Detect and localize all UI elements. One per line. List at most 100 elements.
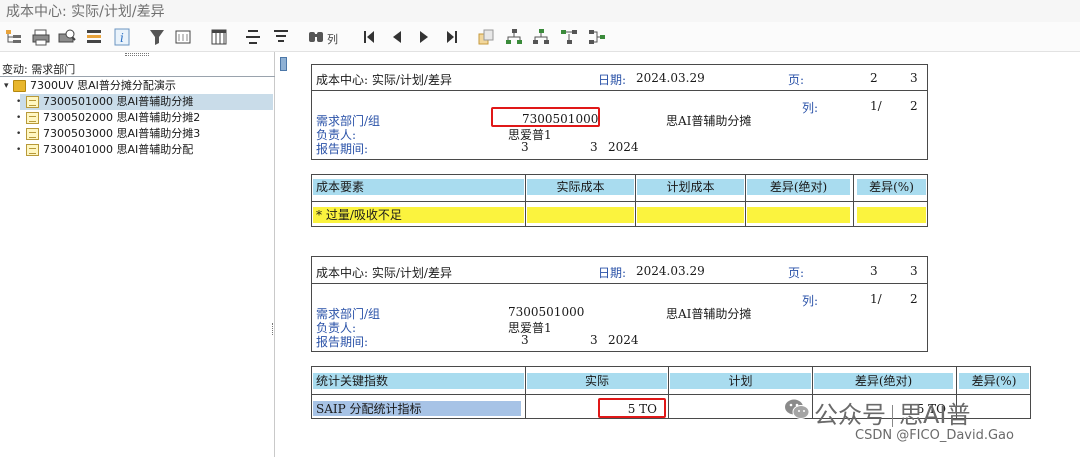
row-label-saip[interactable]: SAIP 分配统计指标 (313, 401, 521, 416)
watermark-account-label: 公众号 (814, 401, 886, 429)
watermark-account-name: 思AI普 (899, 401, 971, 429)
column-text[interactable]: 列 (327, 31, 338, 47)
report2-header-box: 成本中心: 实际/计划/差异 日期: 2024.03.29 页: 3 3 列: … (311, 256, 928, 352)
watermark-line1: 公众号 思AI普 (814, 395, 971, 430)
collapse-toggle-icon[interactable]: ▾ (4, 78, 9, 94)
report1-header-box: 成本中心: 实际/计划/差异 日期: 2024.03.29 页: 2 3 列: … (311, 64, 928, 160)
column-total: 2 (910, 99, 918, 113)
folder-icon (13, 80, 26, 92)
tree-item-7300502000[interactable]: • 7300502000 思AI普辅助分摊2 (16, 110, 273, 126)
tree-item-label: 7300401000 思AI普辅助分配 (43, 143, 194, 156)
header-divider (312, 283, 927, 284)
copy-icon[interactable] (477, 28, 495, 46)
tree-item-7300503000[interactable]: • 7300503000 思AI普辅助分摊3 (16, 126, 273, 142)
print-preview-icon[interactable] (58, 28, 76, 46)
column-total: 2 (910, 292, 918, 306)
toolbar: i 列 (0, 22, 1080, 52)
date-label: 日期: (598, 266, 627, 280)
tree-root-node[interactable]: ▾ 7300UV 思AI普分摊分配演示 (0, 78, 275, 94)
title-bar: 成本中心: 实际/计划/差异 (0, 0, 1080, 22)
header-divider (312, 90, 927, 91)
cell-variance-abs[interactable] (747, 207, 850, 223)
hierarchy-move-icon[interactable] (588, 28, 606, 46)
period-label: 报告期间: (316, 142, 369, 156)
sort-icon[interactable] (272, 28, 290, 46)
page-current: 3 (870, 264, 878, 278)
cost-center-icon (26, 112, 39, 124)
page-total: 3 (910, 71, 918, 85)
cost-center-icon (26, 128, 39, 140)
wechat-logo-icon (784, 396, 810, 422)
col-divider (812, 367, 813, 418)
dept-name: 思AI普辅助分摊 (666, 307, 752, 321)
col-header-actual: 实际 (527, 373, 667, 389)
print-icon[interactable] (32, 28, 50, 46)
cell-plan-cost[interactable] (637, 207, 744, 223)
bullet-icon: • (16, 145, 22, 155)
hierarchy-tree-panel: 变动: 需求部门 ▾ 7300UV 思AI普分摊分配演示 • 730050100… (0, 52, 275, 457)
dept-name: 思AI普辅助分摊 (666, 114, 752, 128)
hierarchy-down-icon[interactable] (560, 28, 578, 46)
tree-item-7300501000[interactable]: • 7300501000 思AI普辅助分摊 (16, 94, 273, 110)
col-header-stat-key-figure: 统计关键指数 (313, 373, 524, 389)
dept-highlight-callout (491, 107, 600, 127)
panel-grip-handle[interactable] (125, 53, 149, 56)
row-divider (312, 201, 927, 202)
change-label: 变动: 需求部门 (2, 63, 76, 76)
info-icon[interactable]: i (113, 28, 131, 46)
cost-center-icon (26, 96, 39, 108)
svg-text:i: i (120, 31, 124, 45)
columns-icon[interactable] (210, 28, 228, 46)
col-divider (668, 367, 669, 418)
column-current: 1/ (870, 99, 882, 113)
panel-splitter[interactable] (272, 323, 274, 335)
tree-root-label: 7300UV 思AI普分摊分配演示 (30, 79, 176, 92)
actual-value-callout (598, 398, 666, 418)
period-from: 3 (521, 140, 529, 154)
row-label-over-under-absorbed[interactable]: * 过量/吸收不足 (313, 207, 524, 223)
col-header-variance-abs: 差异(绝对) (814, 373, 953, 389)
tree-item-label: 7300501000 思AI普辅助分摊 (43, 95, 194, 108)
cell-actual-cost[interactable] (527, 207, 634, 223)
tree-divider (0, 76, 275, 77)
col-header-actual-cost: 实际成本 (527, 179, 634, 195)
hierarchy-up-icon[interactable] (532, 28, 550, 46)
date-value: 2024.03.29 (636, 71, 705, 85)
layout-icon[interactable] (174, 28, 192, 46)
column-label: 列: (802, 101, 819, 115)
column-label: 列: (802, 294, 819, 308)
sum-icon[interactable] (244, 28, 262, 46)
col-divider (525, 367, 526, 418)
tree-expand-icon[interactable] (5, 28, 23, 46)
bullet-icon: • (16, 97, 22, 107)
filter-icon[interactable] (148, 28, 166, 46)
watermark-line2: CSDN @FICO_David.Gao (855, 428, 1014, 443)
find-icon[interactable] (307, 28, 325, 46)
col-header-variance-pct: 差异(%) (857, 179, 926, 195)
first-page-icon[interactable] (360, 28, 378, 46)
period-from: 3 (521, 333, 529, 347)
bullet-icon: • (16, 129, 22, 139)
period-year: 2024 (608, 140, 639, 154)
bullet-icon: • (16, 113, 22, 123)
list-icon[interactable] (85, 28, 103, 46)
last-page-icon[interactable] (443, 28, 461, 46)
column-current: 1/ (870, 292, 882, 306)
date-value: 2024.03.29 (636, 264, 705, 278)
next-page-icon[interactable] (415, 28, 433, 46)
tree-item-7300401000[interactable]: • 7300401000 思AI普辅助分配 (16, 142, 273, 158)
watermark-separator (892, 405, 893, 427)
col-header-plan: 计划 (670, 373, 811, 389)
page-current: 2 (870, 71, 878, 85)
document-marker-icon (280, 57, 287, 71)
date-label: 日期: (598, 73, 627, 87)
col-header-variance-pct: 差异(%) (959, 373, 1029, 389)
page-total: 3 (910, 264, 918, 278)
window-title: 成本中心: 实际/计划/差异 (6, 4, 165, 20)
col-header-cost-element: 成本要素 (313, 179, 524, 195)
cell-variance-pct[interactable] (857, 207, 926, 223)
cost-center-icon (26, 144, 39, 156)
hierarchy-icon[interactable] (505, 28, 523, 46)
prev-page-icon[interactable] (388, 28, 406, 46)
period-year: 2024 (608, 333, 639, 347)
